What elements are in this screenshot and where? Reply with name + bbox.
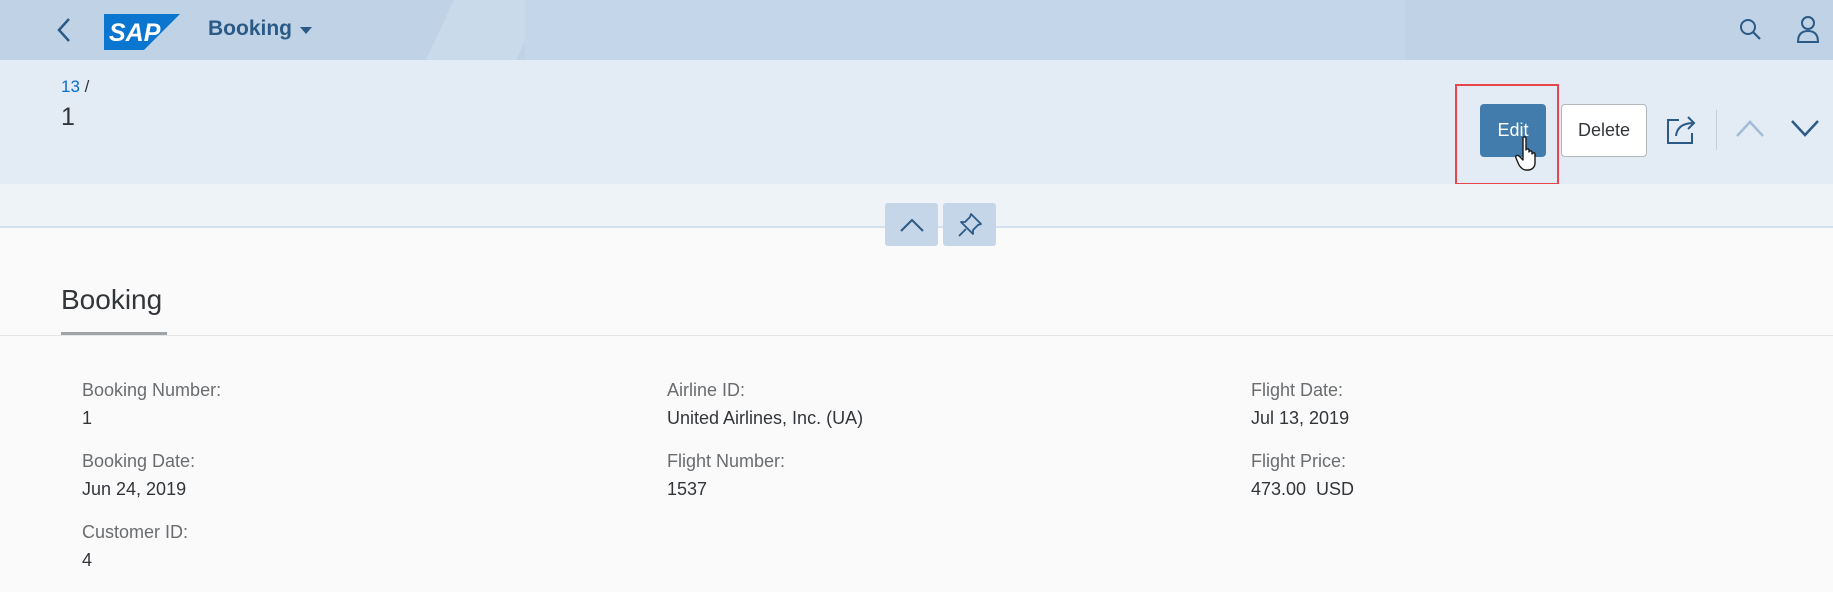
app-title-menu[interactable]: Booking <box>208 17 312 41</box>
toolbar-separator <box>1716 110 1717 150</box>
field-label: Booking Date: <box>82 451 196 471</box>
logo-text: SAP <box>109 19 161 47</box>
object-page-header: 13 / 1 Edit Delete <box>0 60 1833 185</box>
field-booking-number: Booking Number: 1 <box>82 380 221 429</box>
search-icon <box>1740 19 1761 40</box>
pin-icon <box>957 212 982 237</box>
field-value: Jul 13, 2019 <box>1251 408 1350 428</box>
breadcrumb-link[interactable]: 13 <box>61 77 80 96</box>
user-button[interactable] <box>1796 15 1820 48</box>
field-label: Flight Number: <box>667 451 786 471</box>
field-label: Flight Price: <box>1251 451 1347 471</box>
field-flight-date: Flight Date: Jul 13, 2019 <box>1251 380 1349 429</box>
field-airline-id: Airline ID: United Airlines, Inc. (UA) <box>667 380 863 429</box>
next-item-button[interactable] <box>1790 118 1820 143</box>
field-booking-date: Booking Date: Jun 24, 2019 <box>82 451 195 500</box>
shell-decoration <box>525 0 1405 60</box>
field-label: Booking Number: <box>82 380 222 400</box>
field-value: 4 <box>82 550 93 570</box>
page-title: 1 <box>61 103 75 131</box>
field-flight-price: Flight Price: 473.00 USD <box>1251 451 1354 500</box>
collapse-header-button[interactable] <box>885 203 938 246</box>
section-divider <box>0 335 1833 336</box>
field-label: Customer ID: <box>82 522 189 542</box>
field-value: United Airlines, Inc. (UA) <box>667 408 864 428</box>
section-title[interactable]: Booking <box>61 284 162 316</box>
field-label: Airline ID: <box>667 380 746 400</box>
share-icon <box>1667 116 1696 144</box>
field-label: Flight Date: <box>1251 380 1344 400</box>
chevron-down-icon <box>1791 120 1819 137</box>
field-customer-id: Customer ID: 4 <box>82 522 188 571</box>
sap-logo: SAP <box>104 14 180 55</box>
user-icon <box>1796 16 1820 43</box>
app-title: Booking <box>208 17 292 40</box>
shell-bar: SAP Booking <box>0 0 1833 60</box>
chevron-up-icon <box>899 218 924 232</box>
chevron-up-icon <box>1736 120 1764 137</box>
previous-item-button[interactable] <box>1735 118 1765 143</box>
field-value: 1 <box>82 408 93 428</box>
back-button[interactable] <box>48 14 80 46</box>
breadcrumb: 13 / <box>61 77 89 97</box>
search-button[interactable] <box>1738 17 1762 46</box>
delete-button[interactable]: Delete <box>1561 104 1647 157</box>
back-icon <box>57 18 70 42</box>
field-value: 1537 <box>667 479 708 499</box>
edit-button[interactable]: Edit <box>1480 104 1546 157</box>
field-value: Jun 24, 2019 <box>82 479 187 499</box>
field-value: 473.00 USD <box>1251 479 1355 499</box>
share-button[interactable] <box>1665 115 1697 150</box>
chevron-down-icon <box>300 27 312 34</box>
breadcrumb-separator: / <box>84 77 90 96</box>
pin-header-button[interactable] <box>943 203 996 246</box>
field-flight-number: Flight Number: 1537 <box>667 451 785 500</box>
